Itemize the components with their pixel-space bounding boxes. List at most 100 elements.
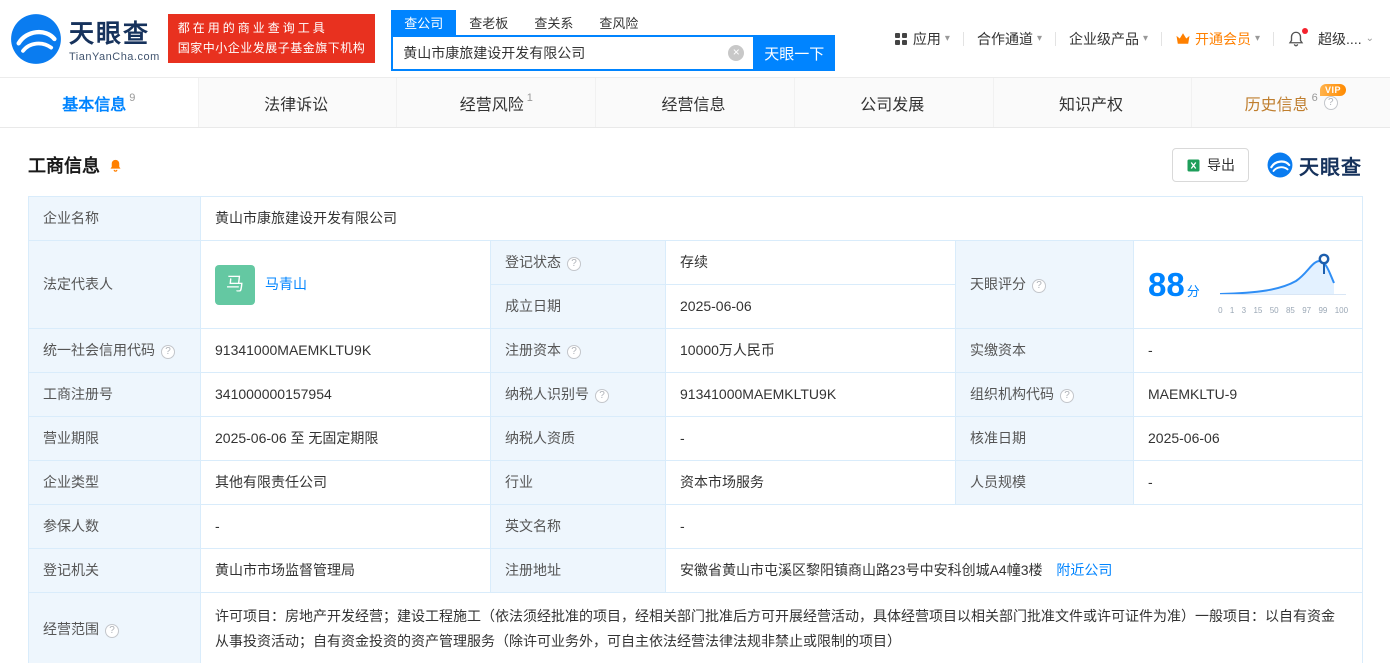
field-value-reg-address: 安徽省黄山市屯溪区黎阳镇商山路23号中安科创城A4幢3楼 附近公司 — [664, 548, 1364, 593]
tab-operation-risk[interactable]: 经营风险 1 — [396, 78, 595, 127]
tab-intellectual-property[interactable]: 知识产权 — [992, 78, 1192, 127]
tab-operation-info[interactable]: 经营信息 — [595, 78, 794, 127]
tyc-score-unit: 分 — [1186, 283, 1200, 299]
table-row: 营业期限 2025-06-06 至 无固定期限 纳税人资质 - 核准日期 202… — [28, 416, 1364, 461]
nav-divider — [1273, 31, 1275, 46]
search-button[interactable]: 天眼一下 — [753, 35, 836, 71]
search-tab-relation[interactable]: 查关系 — [521, 10, 586, 35]
subscribe-bell-icon[interactable] — [108, 158, 123, 173]
field-value-company-type: 其他有限责任公司 — [200, 460, 491, 505]
tab-company-development[interactable]: 公司发展 — [793, 78, 993, 127]
slogan-line-2: 国家中小企业发展子基金旗下机构 — [177, 40, 366, 55]
tianyancha-logo[interactable]: 天眼查 TianYanCha.com — [10, 13, 160, 65]
legal-rep-link[interactable]: 马青山 — [265, 274, 307, 295]
help-icon[interactable]: ? — [567, 257, 581, 271]
business-info-table: 企业名称 黄山市康旅建设开发有限公司 法定代表人 马 马青山 登记状态? 存续 … — [28, 196, 1364, 663]
crown-icon — [1176, 33, 1190, 44]
field-label-establish-date: 成立日期 — [490, 284, 666, 329]
field-label-company-name: 企业名称 — [28, 196, 201, 241]
field-label-business-scope: 经营范围? — [28, 591, 201, 663]
vip-badge: VIP — [1320, 84, 1347, 96]
help-icon[interactable]: ? — [1323, 95, 1338, 110]
help-icon[interactable]: ? — [161, 345, 175, 359]
field-label-text: 注册资本 — [505, 342, 561, 358]
chevron-down-icon: ▾ — [1036, 33, 1042, 44]
help-icon[interactable]: ? — [1032, 279, 1046, 293]
chevron-down-icon: ▾ — [1142, 33, 1149, 44]
field-value-business-term: 2025-06-06 至 无固定期限 — [200, 416, 491, 461]
field-label-english-name: 英文名称 — [490, 504, 666, 549]
tianyancha-logo-icon — [11, 13, 61, 64]
section-title: 工商信息 — [28, 156, 100, 176]
field-label-tyc-score: 天眼评分? — [955, 240, 1134, 329]
field-label-credit-code: 统一社会信用代码? — [28, 328, 201, 373]
field-value-taxpayer-qualification: - — [665, 416, 956, 461]
field-label-approval-date: 核准日期 — [955, 416, 1134, 461]
field-value-reg-status: 存续 — [665, 240, 956, 285]
reg-address-text: 安徽省黄山市屯溪区黎阳镇商山路23号中安科创城A4幢3楼 — [680, 562, 1043, 578]
section-tab-bar: 基本信息 9 法律诉讼 经营风险 1 经营信息 公司发展 知识产权 VIP 历史… — [0, 78, 1390, 128]
field-label-insured-count: 参保人数 — [28, 504, 201, 549]
search-tab-company[interactable]: 查公司 — [391, 10, 457, 35]
nav-apps[interactable]: 应用 ▾ — [894, 29, 950, 49]
search-input[interactable] — [391, 35, 754, 71]
table-row: 登记机关 黄山市市场监督管理局 注册地址 安徽省黄山市屯溪区黎阳镇商山路23号中… — [28, 548, 1364, 593]
search-tab-risk[interactable]: 查风险 — [586, 10, 651, 35]
field-value-legal-rep: 马 马青山 — [200, 240, 491, 329]
help-icon[interactable]: ? — [105, 623, 119, 638]
watermark-logo-text: 天眼查 — [1299, 156, 1362, 179]
nav-open-vip[interactable]: 开通会员 ▾ — [1175, 29, 1260, 49]
search-tab-boss[interactable]: 查老板 — [456, 10, 521, 35]
field-label-reg-capital: 注册资本? — [490, 328, 666, 373]
table-row: 参保人数 - 英文名称 - — [28, 504, 1364, 549]
notification-dot — [1302, 27, 1309, 34]
nav-cooperation[interactable]: 合作通道 ▾ — [977, 29, 1042, 49]
nav-notifications[interactable] — [1287, 27, 1309, 48]
nav-open-vip-label: 开通会员 — [1195, 30, 1252, 47]
field-label-text: 统一社会信用代码 — [43, 342, 155, 358]
nearby-companies-link[interactable]: 附近公司 — [1056, 562, 1112, 578]
tianyancha-logo-icon — [1267, 152, 1293, 178]
nav-super-member[interactable]: 超级.... ⌄ — [1318, 29, 1374, 49]
field-label-text: 天眼评分 — [970, 276, 1026, 292]
field-value-insured-count: - — [200, 504, 491, 549]
tab-basic-info[interactable]: 基本信息 9 — [0, 78, 198, 127]
help-icon[interactable]: ? — [595, 389, 609, 403]
table-row: 法定代表人 马 马青山 登记状态? 存续 天眼评分? 88 分 0 1 3 15… — [28, 240, 1364, 329]
apps-grid-icon — [894, 32, 907, 45]
table-row: 企业名称 黄山市康旅建设开发有限公司 — [28, 196, 1364, 241]
search-box: × — [391, 35, 754, 71]
nav-enterprise-products[interactable]: 企业级产品 ▾ — [1069, 29, 1148, 49]
field-label-text: 组织机构代码 — [970, 386, 1054, 402]
tab-label: 经营风险 — [459, 96, 524, 114]
main-content: 工商信息 导出 天眼查 企业名称 黄山市康旅建设开发有限公司 法定代表人 马 马… — [0, 148, 1390, 663]
clear-search-icon[interactable]: × — [728, 45, 745, 61]
logo-brand-text: 天眼查 — [69, 20, 151, 48]
top-nav: 应用 ▾ 合作通道 ▾ 企业级产品 ▾ 开通会员 ▾ 超级.... ⌄ — [894, 27, 1374, 49]
field-label-legal-rep: 法定代表人 — [28, 240, 201, 329]
field-label-paid-capital: 实缴资本 — [955, 328, 1134, 373]
chevron-down-icon: ▾ — [944, 33, 950, 44]
tab-label: 公司发展 — [860, 96, 925, 114]
chevron-down-icon: ▾ — [1255, 33, 1261, 44]
section-header: 工商信息 导出 天眼查 — [28, 148, 1362, 182]
table-row: 企业类型 其他有限责任公司 行业 资本市场服务 人员规模 - — [28, 460, 1364, 505]
export-button[interactable]: 导出 — [1172, 148, 1249, 182]
field-value-business-scope: 许可项目：房地产开发经营；建设工程施工（依法须经批准的项目，经相关部门批准后方可… — [199, 591, 1364, 663]
field-label-registry-authority: 登记机关 — [28, 548, 201, 593]
field-label-staff-size: 人员规模 — [955, 460, 1134, 505]
tab-label: 知识产权 — [1058, 96, 1123, 114]
nav-divider — [1161, 31, 1163, 46]
tab-count: 6 — [1311, 91, 1318, 104]
tab-history-info[interactable]: VIP 历史信息 6 ? — [1191, 78, 1390, 127]
tab-legal-proceedings[interactable]: 法律诉讼 — [197, 78, 397, 127]
field-value-company-name: 黄山市康旅建设开发有限公司 — [199, 196, 1364, 241]
field-value-paid-capital: - — [1132, 328, 1364, 373]
slogan-line-1: 都在用的商业查询工具 — [177, 21, 328, 36]
help-icon[interactable]: ? — [1060, 389, 1074, 403]
nav-cooperation-label: 合作通道 — [976, 30, 1033, 47]
tab-label: 基本信息 — [62, 96, 127, 114]
nav-divider — [962, 31, 964, 46]
help-icon[interactable]: ? — [567, 345, 581, 359]
score-axis-labels: 0 1 3 15 50 85 97 99 100 — [1218, 306, 1349, 315]
